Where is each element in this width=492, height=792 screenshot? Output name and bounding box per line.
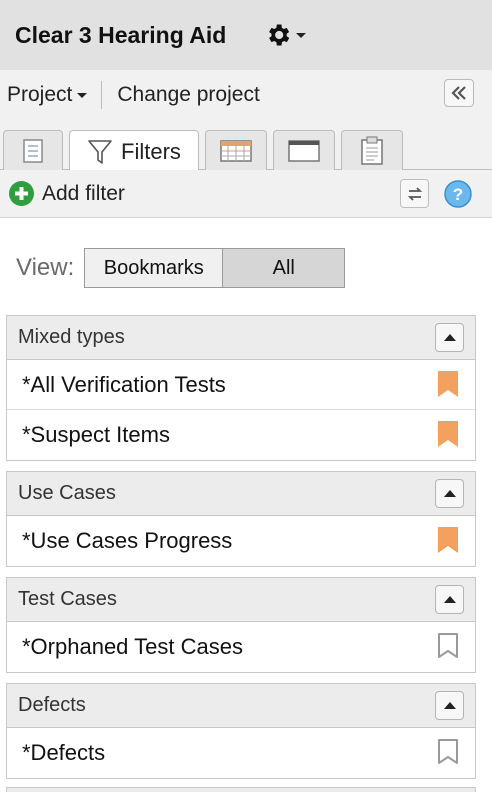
app-header: Clear 3 Hearing Aid xyxy=(0,0,492,70)
collapse-panel-button[interactable] xyxy=(444,79,474,107)
tab-window[interactable] xyxy=(273,130,335,171)
bookmark-filled-icon[interactable] xyxy=(437,370,459,398)
group-header: Test Cases xyxy=(7,578,475,622)
triangle-up-icon xyxy=(443,702,456,709)
view-bookmarks-button[interactable]: Bookmarks xyxy=(85,249,224,287)
group-header: Mixed types xyxy=(7,316,475,360)
group-title: Use Cases xyxy=(18,482,116,504)
add-filter-button[interactable]: Add filter xyxy=(0,180,125,207)
filter-row[interactable]: *Defects xyxy=(7,728,475,778)
clipboard-icon xyxy=(361,136,383,165)
filter-group-defects: Defects *Defects xyxy=(6,683,476,779)
filter-label: *Defects xyxy=(22,740,106,765)
divider xyxy=(101,81,103,109)
bookmark-outline-icon[interactable] xyxy=(437,632,459,660)
app-title: Clear 3 Hearing Aid xyxy=(15,21,227,48)
plus-circle-icon xyxy=(9,181,34,206)
next-group-edge xyxy=(6,787,476,792)
tab-filters[interactable]: Filters xyxy=(69,130,199,172)
bookmark-outline-icon[interactable] xyxy=(437,738,459,766)
view-toggle: Bookmarks All xyxy=(84,248,346,288)
change-project-link[interactable]: Change project xyxy=(117,83,259,107)
filter-row[interactable]: *Use Cases Progress xyxy=(7,516,475,566)
svg-text:?: ? xyxy=(453,185,463,204)
filter-row[interactable]: *Orphaned Test Cases xyxy=(7,622,475,672)
filter-label: *Use Cases Progress xyxy=(22,528,233,553)
triangle-up-icon xyxy=(443,490,456,497)
filter-row[interactable]: *All Verification Tests xyxy=(7,360,475,410)
table-icon xyxy=(220,140,252,162)
filter-label: *All Verification Tests xyxy=(22,371,226,397)
tab-list[interactable] xyxy=(3,130,63,171)
bookmark-filled-icon[interactable] xyxy=(437,526,459,554)
double-chevron-left-icon xyxy=(451,86,466,100)
filter-row[interactable]: *Suspect Items xyxy=(7,410,475,460)
group-header: Defects xyxy=(7,684,475,728)
collapse-group-button[interactable] xyxy=(435,585,464,614)
filter-group-mixed-types: Mixed types *All Verification Tests *Sus… xyxy=(6,315,476,461)
view-all-button[interactable]: All xyxy=(223,249,345,287)
chevron-down-icon xyxy=(296,32,307,38)
project-bar: Project Change project xyxy=(0,70,492,120)
swap-arrows-icon xyxy=(407,186,422,201)
group-title: Mixed types xyxy=(18,326,125,348)
filter-label: *Orphaned Test Cases xyxy=(22,634,243,659)
triangle-up-icon xyxy=(443,334,456,341)
view-selector: View: Bookmarks All xyxy=(16,248,346,288)
tab-strip: Filters xyxy=(0,120,492,172)
project-menu-label: Project xyxy=(7,83,73,106)
triangle-up-icon xyxy=(443,596,456,603)
chevron-down-icon xyxy=(77,92,88,98)
view-label: View: xyxy=(16,254,75,281)
swap-button[interactable] xyxy=(400,179,429,208)
window-icon xyxy=(288,140,320,162)
collapse-group-button[interactable] xyxy=(435,323,464,352)
tab-table[interactable] xyxy=(205,130,267,171)
tab-filters-label: Filters xyxy=(121,138,181,164)
filter-icon xyxy=(88,139,112,164)
tab-clipboard[interactable] xyxy=(341,130,403,171)
filter-group-use-cases: Use Cases *Use Cases Progress xyxy=(6,471,476,567)
group-header: Use Cases xyxy=(7,472,475,516)
collapse-group-button[interactable] xyxy=(435,691,464,720)
bookmark-filled-icon[interactable] xyxy=(437,420,459,448)
group-title: Test Cases xyxy=(18,588,117,610)
list-icon xyxy=(23,139,43,163)
add-filter-label: Add filter xyxy=(42,181,125,205)
gear-icon xyxy=(269,24,290,46)
help-icon[interactable]: ? xyxy=(443,179,473,209)
collapse-group-button[interactable] xyxy=(435,479,464,508)
settings-menu-button[interactable] xyxy=(264,21,307,49)
project-menu-button[interactable]: Project xyxy=(0,83,88,107)
filter-label: *Suspect Items xyxy=(22,422,170,447)
filter-toolbar: Add filter ? xyxy=(0,170,492,218)
filter-group-test-cases: Test Cases *Orphaned Test Cases xyxy=(6,577,476,673)
group-title: Defects xyxy=(18,694,86,716)
